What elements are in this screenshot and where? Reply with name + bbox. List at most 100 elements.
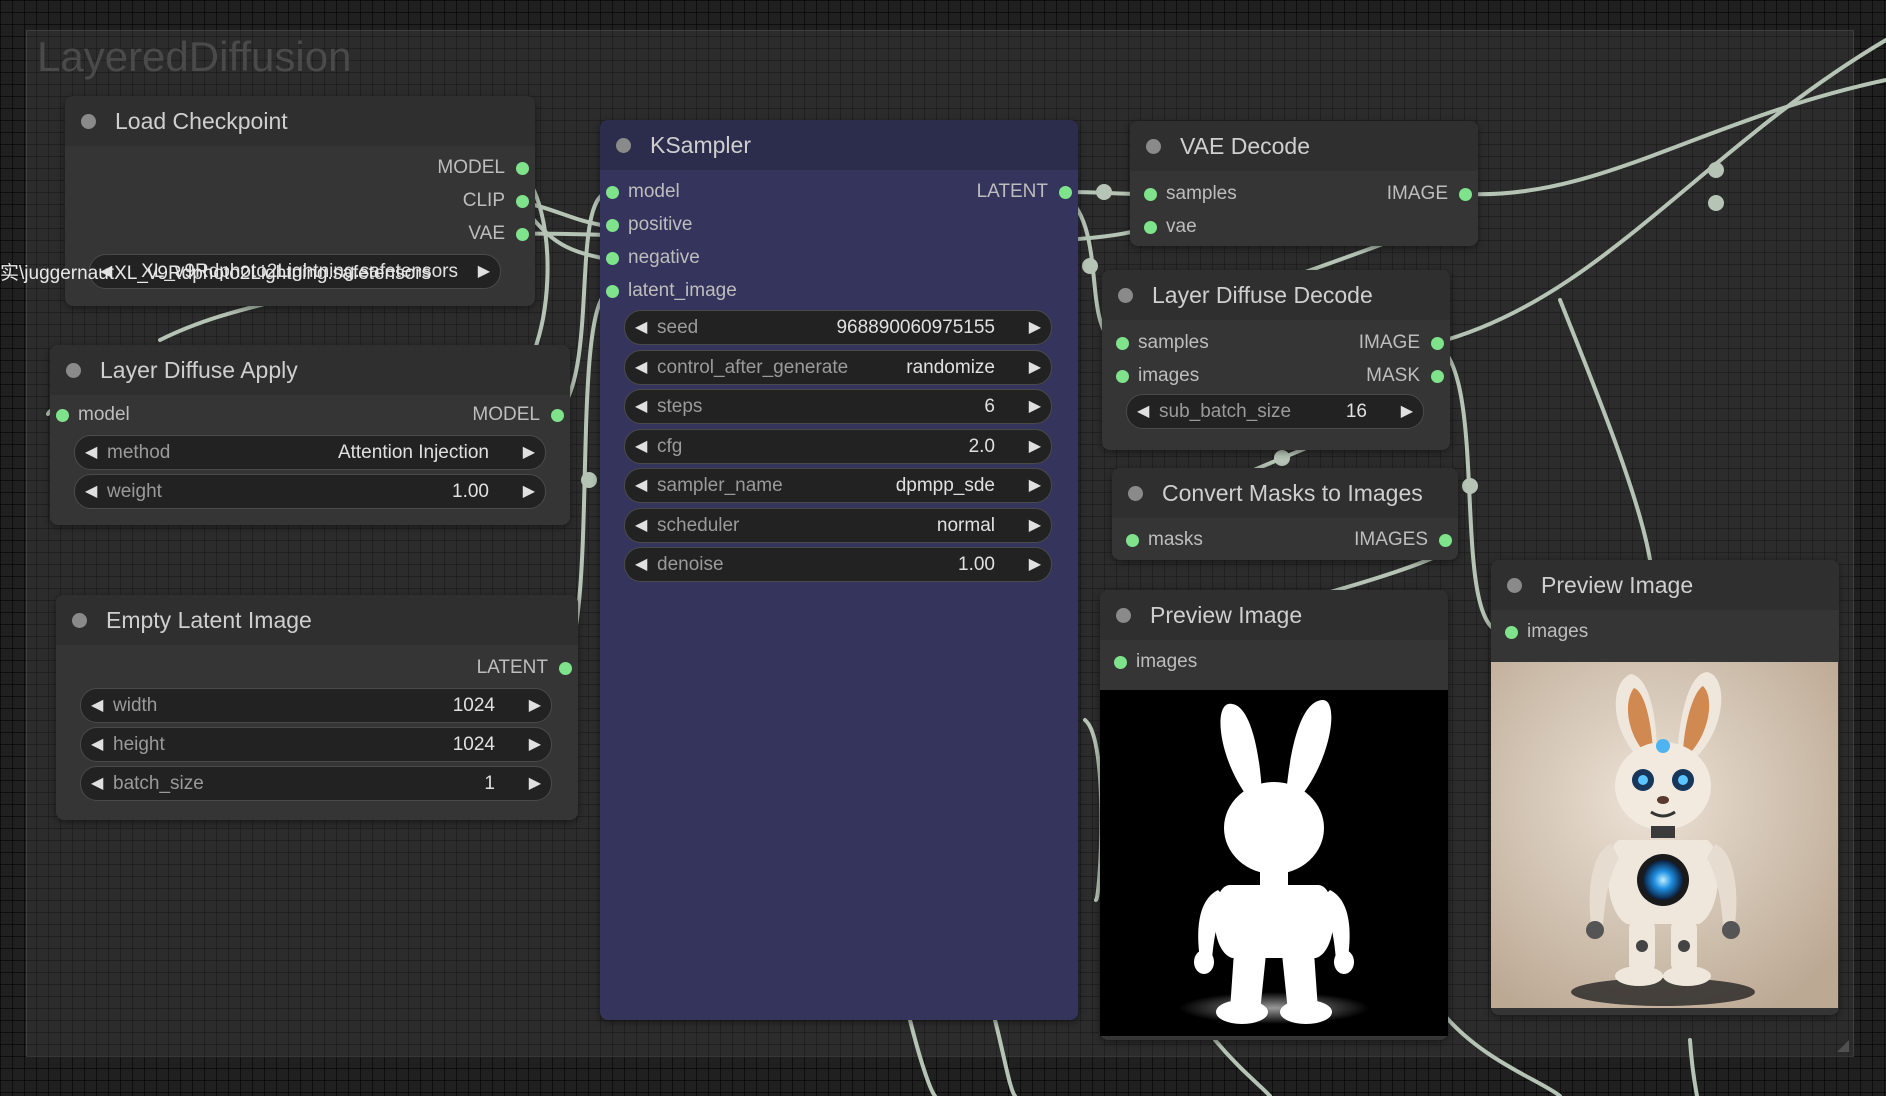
input-images[interactable]: images bbox=[1499, 617, 1588, 647]
input-masks[interactable]: masks bbox=[1120, 525, 1203, 555]
input-images[interactable]: images bbox=[1110, 361, 1199, 391]
sub-batch-size-number[interactable]: ◀ sub_batch_size 16 ▶ bbox=[1126, 394, 1424, 429]
denoise-number[interactable]: ◀ denoise 1.00 ▶ bbox=[624, 547, 1052, 582]
node-layer-diffuse-apply[interactable]: Layer Diffuse Apply model MODEL ◀ method… bbox=[50, 345, 570, 525]
input-model[interactable]: model bbox=[50, 400, 130, 430]
output-image[interactable]: IMAGE bbox=[1359, 328, 1450, 358]
collapse-dot-icon[interactable] bbox=[66, 363, 81, 378]
increment-arrow-icon[interactable]: ▶ bbox=[1401, 395, 1413, 428]
output-vae[interactable]: VAE bbox=[468, 219, 535, 249]
decrement-arrow-icon[interactable]: ◀ bbox=[635, 509, 647, 542]
decrement-arrow-icon[interactable]: ◀ bbox=[635, 469, 647, 502]
input-slot-dot[interactable] bbox=[56, 409, 69, 422]
decrement-arrow-icon[interactable]: ◀ bbox=[85, 436, 97, 469]
output-slot-dot[interactable] bbox=[1459, 188, 1472, 201]
increment-arrow-icon[interactable]: ▶ bbox=[1029, 430, 1041, 463]
increment-arrow-icon[interactable]: ▶ bbox=[1029, 509, 1041, 542]
control-after-generate-combo[interactable]: ◀ control_after_generate randomize ▶ bbox=[624, 350, 1052, 385]
input-slot-dot[interactable] bbox=[606, 252, 619, 265]
node-convert-masks-to-images[interactable]: Convert Masks to Images masks IMAGES bbox=[1112, 468, 1458, 560]
decrement-arrow-icon[interactable]: ◀ bbox=[635, 430, 647, 463]
collapse-dot-icon[interactable] bbox=[72, 613, 87, 628]
increment-arrow-icon[interactable]: ▶ bbox=[1029, 351, 1041, 384]
width-number[interactable]: ◀ width 1024 ▶ bbox=[80, 688, 552, 723]
node-title[interactable]: Load Checkpoint bbox=[65, 96, 535, 146]
node-title[interactable]: VAE Decode bbox=[1130, 121, 1478, 171]
decrement-arrow-icon[interactable]: ◀ bbox=[635, 548, 647, 581]
input-samples[interactable]: samples bbox=[1138, 179, 1237, 209]
output-model[interactable]: MODEL bbox=[437, 153, 535, 183]
output-slot-dot[interactable] bbox=[516, 162, 529, 175]
output-slot-dot[interactable] bbox=[1431, 370, 1444, 383]
decrement-arrow-icon[interactable]: ◀ bbox=[635, 351, 647, 384]
output-slot-dot[interactable] bbox=[551, 409, 564, 422]
collapse-dot-icon[interactable] bbox=[1128, 486, 1143, 501]
method-combo[interactable]: ◀ method Attention Injection ▶ bbox=[74, 435, 546, 470]
node-title[interactable]: Convert Masks to Images bbox=[1112, 468, 1458, 518]
node-preview-image-rgb[interactable]: Preview Image images bbox=[1491, 560, 1839, 1015]
output-slot-dot[interactable] bbox=[1431, 337, 1444, 350]
increment-arrow-icon[interactable]: ▶ bbox=[529, 767, 541, 800]
decrement-arrow-icon[interactable]: ◀ bbox=[635, 390, 647, 423]
decrement-arrow-icon[interactable]: ◀ bbox=[635, 311, 647, 344]
input-images[interactable]: images bbox=[1108, 647, 1197, 677]
output-slot-dot[interactable] bbox=[516, 228, 529, 241]
node-preview-image-mask[interactable]: Preview Image images bbox=[1100, 590, 1448, 1040]
output-slot-dot[interactable] bbox=[559, 662, 572, 675]
output-mask[interactable]: MASK bbox=[1366, 361, 1450, 391]
output-slot-dot[interactable] bbox=[516, 195, 529, 208]
node-title[interactable]: KSampler bbox=[600, 120, 1078, 170]
input-negative[interactable]: negative bbox=[600, 243, 700, 273]
height-number[interactable]: ◀ height 1024 ▶ bbox=[80, 727, 552, 762]
node-title[interactable]: Layer Diffuse Decode bbox=[1102, 270, 1450, 320]
weight-number[interactable]: ◀ weight 1.00 ▶ bbox=[74, 474, 546, 509]
collapse-dot-icon[interactable] bbox=[1507, 578, 1522, 593]
output-model[interactable]: MODEL bbox=[472, 400, 570, 430]
output-image[interactable]: IMAGE bbox=[1387, 179, 1478, 209]
input-slot-dot[interactable] bbox=[1505, 626, 1518, 639]
input-samples[interactable]: samples bbox=[1110, 328, 1209, 358]
input-slot-dot[interactable] bbox=[1144, 221, 1157, 234]
input-latent-image[interactable]: latent_image bbox=[600, 276, 737, 306]
node-title[interactable]: Preview Image bbox=[1100, 590, 1448, 640]
seed-number[interactable]: ◀ seed 968890060975155 ▶ bbox=[624, 310, 1052, 345]
collapse-dot-icon[interactable] bbox=[616, 138, 631, 153]
input-slot-dot[interactable] bbox=[1144, 188, 1157, 201]
increment-arrow-icon[interactable]: ▶ bbox=[1029, 311, 1041, 344]
sampler-name-combo[interactable]: ◀ sampler_name dpmpp_sde ▶ bbox=[624, 468, 1052, 503]
increment-arrow-icon[interactable]: ▶ bbox=[523, 475, 535, 508]
decrement-arrow-icon[interactable]: ◀ bbox=[91, 728, 103, 761]
cfg-number[interactable]: ◀ cfg 2.0 ▶ bbox=[624, 429, 1052, 464]
node-ksampler[interactable]: KSampler model positive negative latent_… bbox=[600, 120, 1078, 1020]
group-resize-handle[interactable] bbox=[1837, 1040, 1849, 1052]
node-layer-diffuse-decode[interactable]: Layer Diffuse Decode samples images IMAG… bbox=[1102, 270, 1450, 450]
node-graph-canvas[interactable]: LayeredDiffusion Load Checkpoint MODEL C… bbox=[0, 0, 1886, 1096]
input-slot-dot[interactable] bbox=[606, 186, 619, 199]
input-vae[interactable]: vae bbox=[1138, 212, 1197, 242]
increment-arrow-icon[interactable]: ▶ bbox=[478, 255, 490, 288]
input-slot-dot[interactable] bbox=[1116, 370, 1129, 383]
batch-size-number[interactable]: ◀ batch_size 1 ▶ bbox=[80, 766, 552, 801]
decrement-arrow-icon[interactable]: ◀ bbox=[85, 475, 97, 508]
increment-arrow-icon[interactable]: ▶ bbox=[1029, 548, 1041, 581]
input-model[interactable]: model bbox=[600, 177, 680, 207]
decrement-arrow-icon[interactable]: ◀ bbox=[1137, 395, 1149, 428]
node-empty-latent-image[interactable]: Empty Latent Image LATENT ◀ width 1024 ▶… bbox=[56, 595, 578, 820]
output-images[interactable]: IMAGES bbox=[1354, 525, 1458, 555]
decrement-arrow-icon[interactable]: ◀ bbox=[91, 767, 103, 800]
output-latent[interactable]: LATENT bbox=[477, 653, 578, 683]
collapse-dot-icon[interactable] bbox=[1118, 288, 1133, 303]
collapse-dot-icon[interactable] bbox=[1146, 139, 1161, 154]
decrement-arrow-icon[interactable]: ◀ bbox=[91, 689, 103, 722]
output-slot-dot[interactable] bbox=[1059, 186, 1072, 199]
input-positive[interactable]: positive bbox=[600, 210, 692, 240]
increment-arrow-icon[interactable]: ▶ bbox=[523, 436, 535, 469]
collapse-dot-icon[interactable] bbox=[81, 114, 96, 129]
input-slot-dot[interactable] bbox=[606, 219, 619, 232]
input-slot-dot[interactable] bbox=[606, 285, 619, 298]
input-slot-dot[interactable] bbox=[1126, 534, 1139, 547]
input-slot-dot[interactable] bbox=[1114, 656, 1127, 669]
node-vae-decode[interactable]: VAE Decode samples vae IMAGE bbox=[1130, 121, 1478, 246]
increment-arrow-icon[interactable]: ▶ bbox=[1029, 469, 1041, 502]
node-title[interactable]: Empty Latent Image bbox=[56, 595, 578, 645]
